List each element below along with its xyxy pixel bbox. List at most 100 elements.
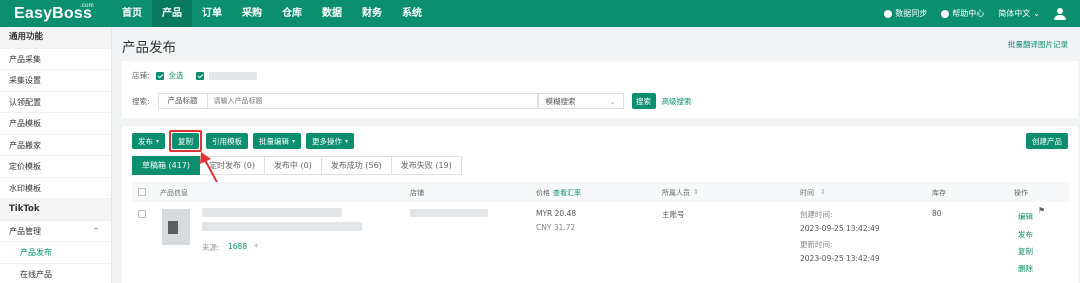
copy-action[interactable]: 复制 [1018,246,1033,257]
language-label: 简体中文 [998,9,1031,18]
chevron-down-icon: ⌄ [609,96,616,106]
sidebar-item-collect-settings[interactable]: 采集设置 [0,70,111,92]
source-value[interactable]: 1688 [228,242,247,251]
search-input[interactable] [213,97,514,105]
nav-orders[interactable]: 订单 [192,0,232,27]
price-myr: MYR 20.48 [536,209,577,218]
top-navbar: EasyBoss .com 首页 产品 订单 采购 仓库 数据 财务 系统 数据… [0,0,1080,27]
user-icon[interactable] [1054,7,1066,20]
view-exchange-rate-link[interactable]: 查看汇率 [553,188,581,198]
sidebar-item-claim-config[interactable]: 认领配置 [0,92,111,113]
top-right-tools: 数据同步 帮助中心 简体中文 ⌄ [884,7,1080,20]
language-select[interactable]: 简体中文 ⌄ [998,8,1040,19]
stock-value: 80 [932,209,942,218]
sidebar-item-product-publish[interactable]: 产品发布 [0,242,111,264]
table-header: 产品信息 店铺 价格 查看汇率 所属人员 ⇕ 时间 ⇕ 库存 操作 [132,182,1070,202]
col-price: 价格 [536,189,550,197]
batch-edit-dropdown-button[interactable]: 批量编辑 ▾ [253,133,302,149]
created-label: 创建时间: [800,210,833,219]
batch-translate-record-link[interactable]: 批量翻译图片记录 [1008,39,1068,50]
sidebar-item-watermark-template[interactable]: 水印模板 [0,178,111,199]
sidebar-group-general[interactable]: 通用功能 [0,27,111,49]
col-action: 操作 [1014,189,1028,197]
updated-label: 更新时间: [800,240,833,249]
search-field-group: 产品标题 [157,93,538,109]
delete-action[interactable]: 删除 [1018,263,1033,274]
help-center-link[interactable]: 帮助中心 [941,8,984,19]
nav-warehouse[interactable]: 仓库 [272,0,312,27]
select-all-rows-checkbox[interactable] [138,188,146,196]
sidebar-item-label: 产品管理 [9,226,41,236]
table-row: 来源: 1688 + MYR 20.48 CNY 31.72 主账号 创建时间:… [132,204,1070,283]
nav-products[interactable]: 产品 [152,0,192,27]
sidebar-item-product-move[interactable]: 产品搬家 [0,135,111,156]
publish-action[interactable]: 发布 [1018,229,1033,240]
create-product-button[interactable]: 创建产品 [1026,133,1068,149]
sort-icon[interactable]: ⇕ [820,188,826,196]
cloud-icon [884,9,893,18]
search-field-type[interactable]: 产品标题 [159,94,208,108]
add-icon[interactable]: + [253,241,259,250]
sidebar-item-product-management[interactable]: 产品管理 ^ [0,221,111,242]
price-cny: CNY 31.72 [536,223,576,232]
edit-action[interactable]: 编辑 [1018,211,1033,222]
select-all-checkbox[interactable] [155,71,164,80]
search-row: 搜索: 产品标题 模糊搜索 ⌄ 搜索 高级搜索 [132,93,692,109]
sidebar-item-collect[interactable]: 产品采集 [0,49,111,70]
sidebar: 通用功能 产品采集 采集设置 认领配置 产品模板 产品搬家 定价模板 水印模板 … [0,27,112,283]
shop-name-blurred [208,71,257,80]
main-content: 产品发布 批量翻译图片记录 店铺: 全选 搜索: 产品标题 模糊搜索 ⌄ 搜索 … [112,27,1080,283]
chevron-down-icon: ⌄ [1033,9,1040,18]
source-label: 来源: [202,243,220,252]
updated-time: 2023-09-25 13:42:49 [800,254,880,263]
created-time: 2023-09-25 13:42:49 [800,224,880,233]
select-all-label: 全选 [168,71,184,80]
nav-system[interactable]: 系统 [392,0,432,27]
shop-name-blurred [410,209,488,217]
staff-value: 主账号 [662,210,685,219]
col-time: 时间 [800,189,814,197]
chevron-down-icon: ▾ [292,137,296,145]
help-center-label: 帮助中心 [952,9,985,18]
help-icon [941,9,950,18]
product-list-panel: 发布 ▾ 复制 引用模板 批量编辑 ▾ 更多操作 ▾ 创建产品 草稿箱 (417… [122,126,1078,283]
shop-checkbox[interactable] [195,71,204,80]
main-nav: 首页 产品 订单 采购 仓库 数据 财务 系统 [112,0,432,27]
product-thumbnail[interactable] [162,209,190,245]
nav-data[interactable]: 数据 [312,0,352,27]
sidebar-item-product-template[interactable]: 产品模板 [0,113,111,135]
product-image [168,221,178,234]
flag-icon[interactable]: ⚑ [1038,206,1045,215]
more-actions-label: 更多操作 [312,136,343,146]
shop-label: 店铺: [132,71,150,80]
match-mode-value: 模糊搜索 [545,96,576,106]
advanced-search-link[interactable]: 高级搜索 [662,96,692,107]
filter-panel: 店铺: 全选 搜索: 产品标题 模糊搜索 ⌄ 搜索 高级搜索 [122,61,1078,118]
product-subtitle-blurred [202,222,362,231]
search-label: 搜索: [132,96,150,106]
shop-filter-row: 店铺: 全选 [132,70,257,81]
match-mode-select[interactable]: 模糊搜索 ⌄ [537,93,624,109]
data-sync-label: 数据同步 [895,9,928,18]
data-sync-link[interactable]: 数据同步 [884,8,927,19]
nav-finance[interactable]: 财务 [352,0,392,27]
page-title: 产品发布 [122,40,176,56]
col-product-info: 产品信息 [160,189,188,197]
logo[interactable]: EasyBoss .com [0,2,112,23]
tab-publishing[interactable]: 发布中 (0) [264,156,322,175]
sidebar-item-pricing-template[interactable]: 定价模板 [0,156,111,178]
logo-suffix: .com [80,2,94,9]
row-checkbox[interactable] [138,210,146,218]
sort-icon[interactable]: ⇕ [693,188,699,196]
nav-home[interactable]: 首页 [112,0,152,27]
chevron-down-icon: ▾ [345,137,349,145]
nav-purchase[interactable]: 采购 [232,0,272,27]
tab-failed[interactable]: 发布失败 (19) [391,156,462,175]
sidebar-item-online-products[interactable]: 在线产品 [0,264,111,283]
sidebar-group-tiktok[interactable]: TikTok [0,199,111,221]
more-actions-dropdown-button[interactable]: 更多操作 ▾ [306,133,355,149]
search-button[interactable]: 搜索 [631,93,656,109]
batch-edit-label: 批量编辑 [259,136,290,146]
product-title-blurred [202,208,342,217]
tab-published[interactable]: 发布成功 (56) [321,156,392,175]
